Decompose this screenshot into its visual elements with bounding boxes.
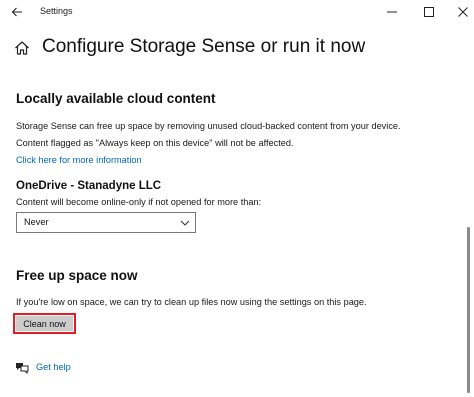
dropdown-selected-value: Never <box>24 217 49 227</box>
scrollbar[interactable] <box>467 227 470 393</box>
free-space-heading: Free up space now <box>16 268 138 283</box>
close-button[interactable] <box>455 4 471 20</box>
help-chat-icon <box>16 363 29 374</box>
minimize-button[interactable] <box>384 4 400 20</box>
chevron-down-icon <box>180 220 190 226</box>
close-icon <box>458 7 468 17</box>
clean-now-highlight: Clean now <box>13 313 76 334</box>
free-space-description: If you're low on space, we can try to cl… <box>16 297 367 307</box>
more-info-link[interactable]: Click here for more information <box>16 155 142 165</box>
maximize-button[interactable] <box>421 4 437 20</box>
cloud-content-heading: Locally available cloud content <box>16 91 216 106</box>
get-help-link[interactable]: Get help <box>36 362 71 372</box>
back-arrow-icon <box>11 7 22 17</box>
title-bar: Settings <box>0 0 474 24</box>
cloud-content-note: Content flagged as "Always keep on this … <box>16 138 294 148</box>
onedrive-description: Content will become online-only if not o… <box>16 197 262 207</box>
window-title: Settings <box>40 6 73 16</box>
page-title: Configure Storage Sense or run it now <box>42 36 366 57</box>
clean-now-button[interactable]: Clean now <box>16 316 73 331</box>
maximize-icon <box>424 7 434 17</box>
onedrive-label: OneDrive - Stanadyne LLC <box>16 180 162 192</box>
cloud-content-description: Storage Sense can free up space by remov… <box>16 121 401 131</box>
onedrive-online-only-dropdown[interactable]: Never <box>16 212 196 233</box>
back-button[interactable] <box>8 3 26 21</box>
home-icon[interactable] <box>14 40 30 56</box>
minimize-icon <box>387 11 397 13</box>
